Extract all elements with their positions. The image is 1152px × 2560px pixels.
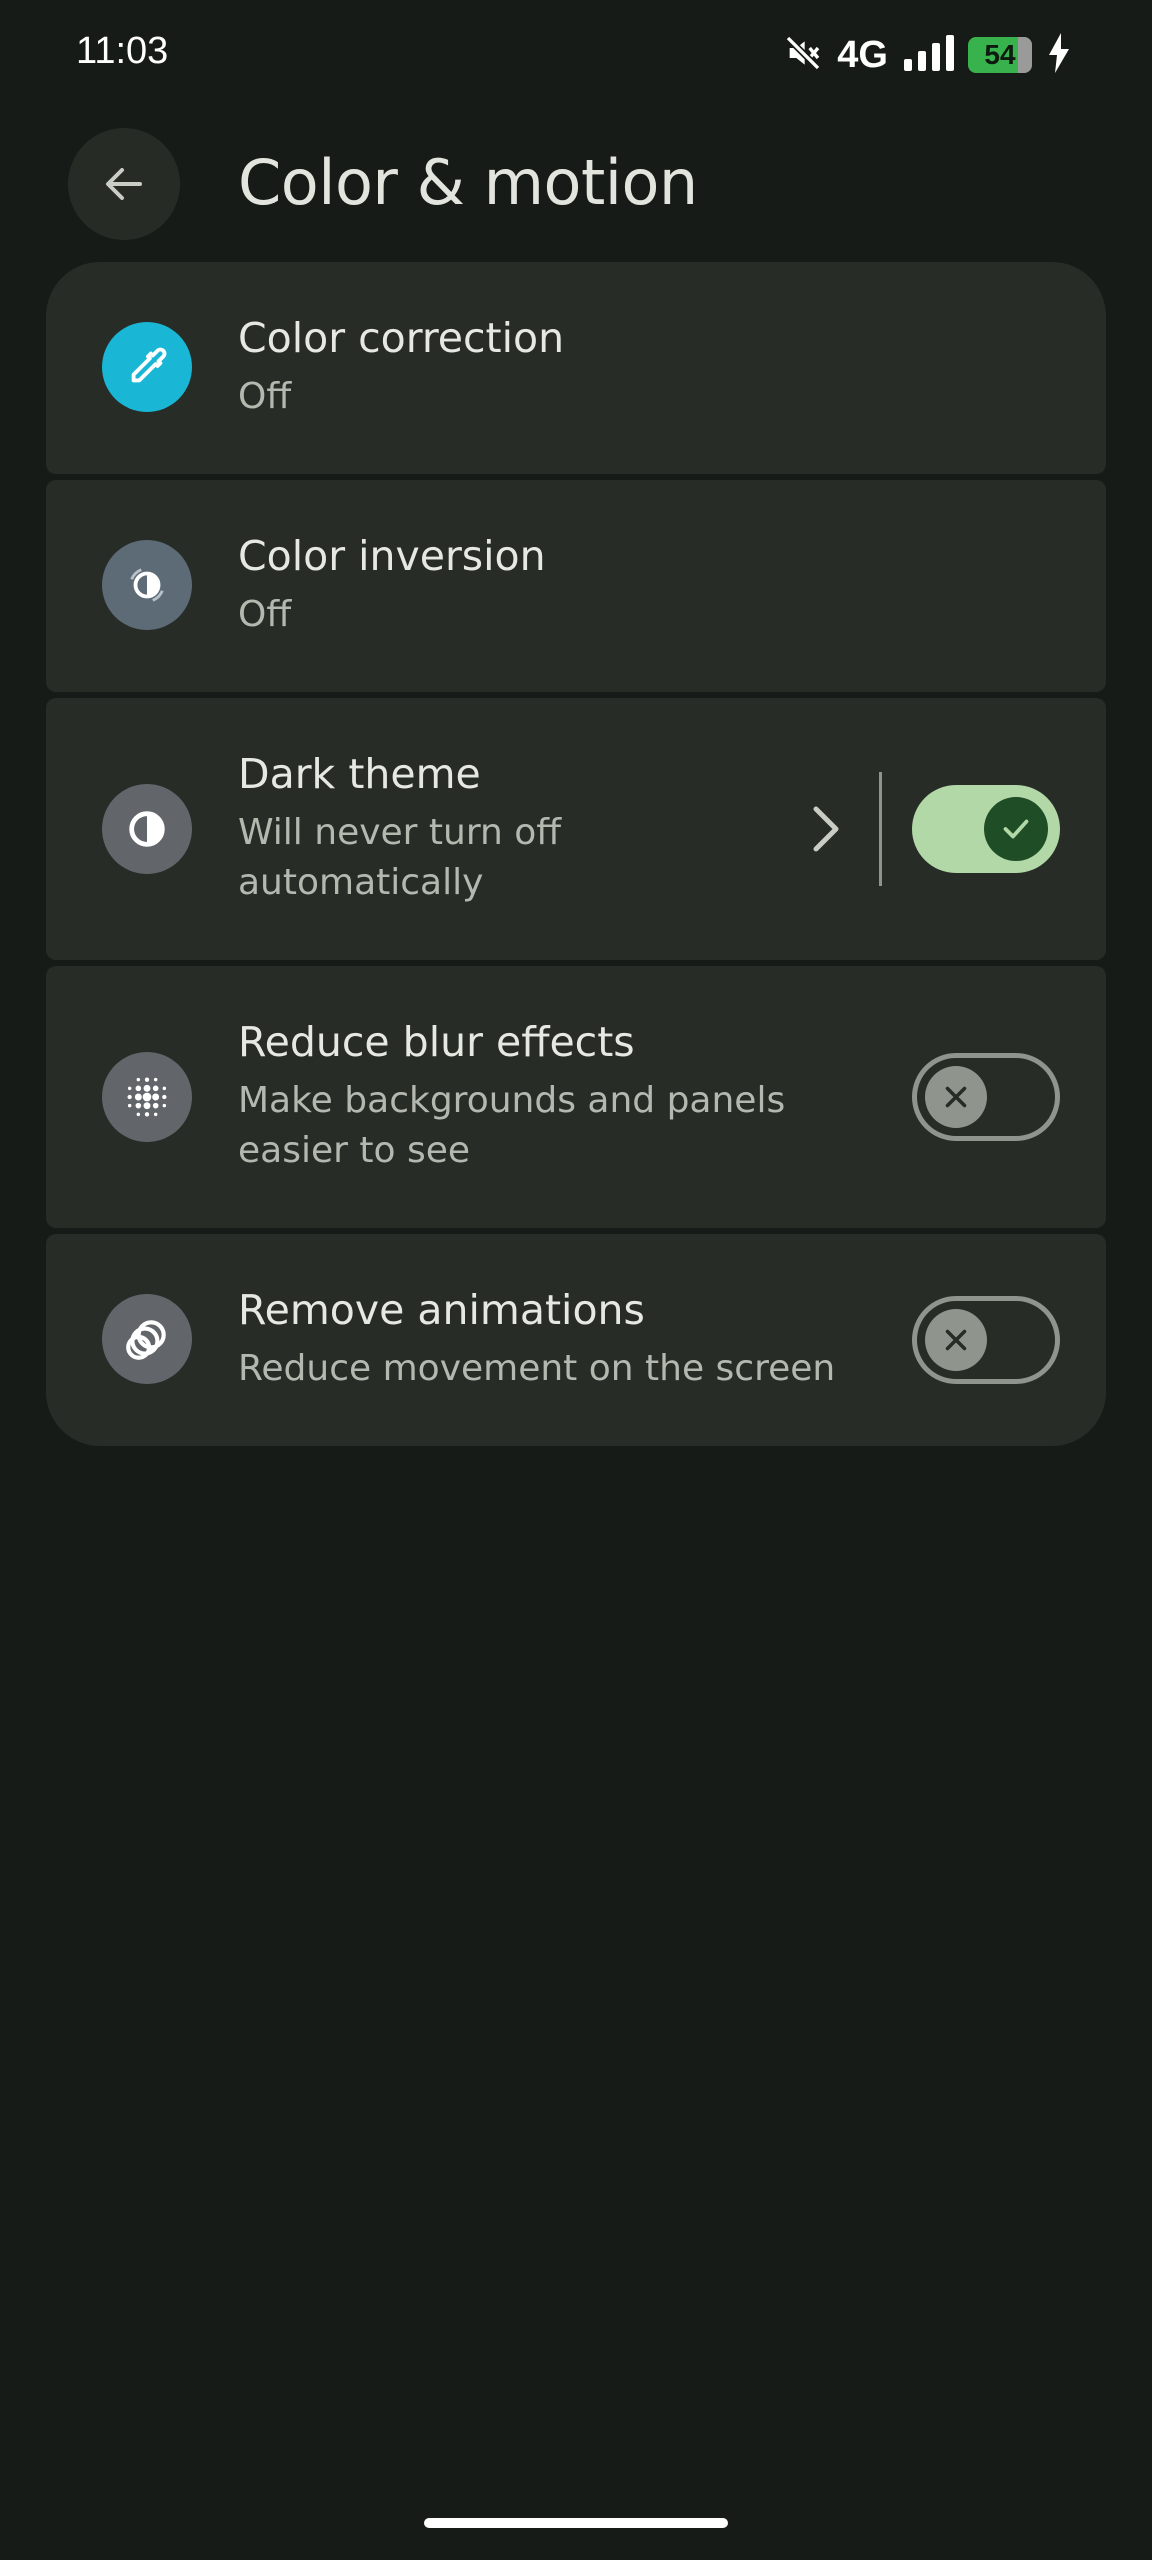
item-title: Remove animations [238,1286,645,1334]
item-title: Dark theme [238,750,481,798]
charging-icon [1046,33,1072,77]
battery-percent: 54 [984,39,1016,70]
item-subtitle-line-1: Make backgrounds and panels [238,1080,786,1121]
toggle-thumb [925,1309,987,1371]
signal-icon [902,33,954,77]
item-subtitle: Off [238,376,292,417]
color-inversion-item[interactable]: Color inversion Off [46,480,1106,692]
close-icon [945,1329,967,1351]
status-bar: 11:03 4G 54 [0,0,1152,112]
item-subtitle-line-2: easier to see [238,1130,470,1171]
item-subtitle-line-2: automatically [238,862,484,903]
mute-icon [783,33,823,77]
settings-list: Color correction Off Color inversion Off… [46,262,1106,1452]
status-time: 11:03 [76,30,169,72]
chevron-right-icon[interactable] [806,804,846,858]
color-correction-item[interactable]: Color correction Off [46,262,1106,474]
reduce-blur-effects-item[interactable]: Reduce blur effects Make backgrounds and… [46,966,1106,1228]
remove-animations-toggle[interactable] [912,1296,1060,1384]
dark-theme-toggle[interactable] [912,785,1060,873]
toggle-thumb [984,797,1048,861]
contrast-icon [102,784,192,874]
item-subtitle-line-1: Will never turn off [238,812,562,853]
app-bar: Color & motion [0,120,1152,250]
toggle-thumb [925,1066,987,1128]
animation-rings-icon [102,1294,192,1384]
item-title: Color inversion [238,532,546,580]
page-title: Color & motion [238,146,698,219]
vertical-divider [879,772,882,886]
remove-animations-item[interactable]: Remove animations Reduce movement on the… [46,1234,1106,1446]
check-icon [1003,819,1029,839]
item-title: Color correction [238,314,565,362]
dark-theme-item[interactable]: Dark theme Will never turn off automatic… [46,698,1106,960]
item-title: Reduce blur effects [238,1018,635,1066]
status-icons: 4G 54 [783,30,1072,80]
item-subtitle: Reduce movement on the screen [238,1348,836,1389]
network-type: 4G [837,33,888,76]
color-inversion-icon [102,540,192,630]
battery-icon: 54 [968,37,1032,73]
blur-icon [102,1052,192,1142]
close-icon [945,1086,967,1108]
reduce-blur-toggle[interactable] [912,1053,1060,1141]
arrow-back-icon [106,168,142,200]
gesture-nav-handle[interactable] [424,2518,728,2528]
eyedropper-icon [102,322,192,412]
back-button[interactable] [68,128,180,240]
item-subtitle: Off [238,594,292,635]
